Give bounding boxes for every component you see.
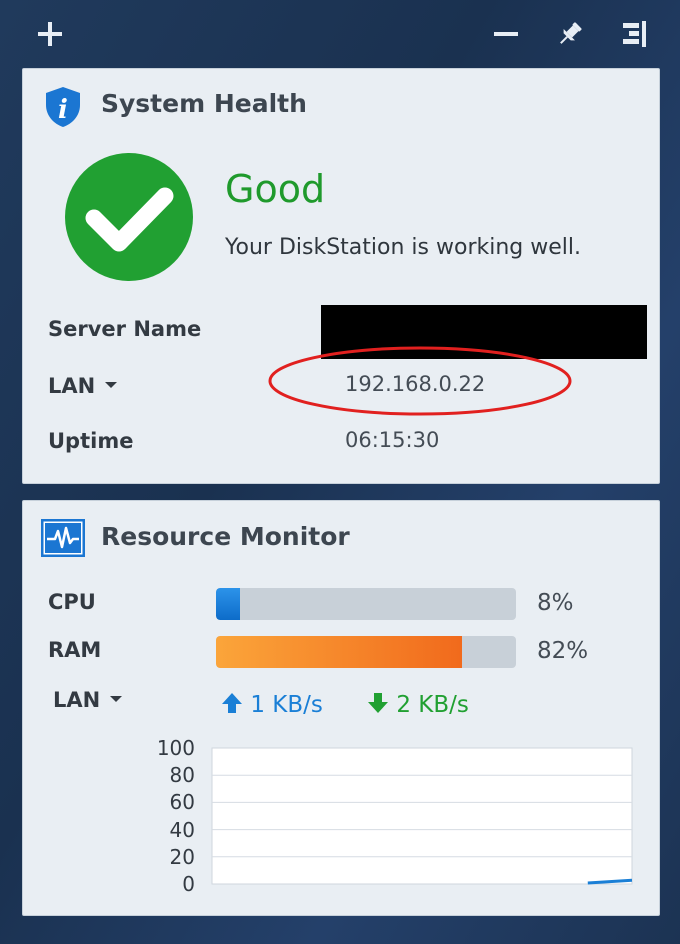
resource-monitor-panel: Resource Monitor CPU 8% RAM 82% LAN 1 KB…: [22, 500, 660, 916]
widget-toolbar: [0, 0, 680, 68]
download-rate: 2 KB/s: [367, 692, 469, 718]
cpu-percent: 8%: [537, 590, 574, 616]
pin-icon[interactable]: [550, 14, 590, 54]
health-message: Your DiskStation is working well.: [225, 235, 581, 260]
panel-title: Resource Monitor: [101, 522, 350, 551]
chart-y-tick-label: 100: [156, 736, 195, 760]
activity-monitor-icon: [40, 518, 86, 561]
cpu-usage-bar: [216, 588, 516, 620]
chart-y-tick-label: 40: [169, 817, 195, 842]
uptime-value: 06:15:30: [345, 428, 440, 452]
ram-percent: 82%: [537, 638, 589, 664]
lan-label: LAN: [48, 374, 96, 398]
network-selector[interactable]: LAN: [53, 688, 123, 712]
chart-y-tick-label: 0: [182, 872, 195, 896]
ram-label: RAM: [48, 638, 102, 662]
server-name-label: Server Name: [48, 317, 202, 341]
panel-title: System Health: [101, 89, 307, 118]
plus-icon[interactable]: [30, 14, 70, 54]
chart-y-tick-label: 80: [169, 763, 195, 788]
ram-usage-fill: [216, 636, 462, 668]
upload-rate-value: 1 KB/s: [250, 692, 323, 718]
chevron-down-icon: [110, 696, 123, 702]
system-health-panel: i System Health Good Your DiskStation is…: [22, 68, 660, 484]
download-arrow-icon: [368, 693, 388, 713]
health-status: Good: [225, 167, 326, 211]
chart-y-tick-label: 60: [169, 790, 195, 815]
cpu-label: CPU: [48, 590, 96, 614]
chart-plot-area: [211, 747, 633, 885]
lan-ip-value: 192.168.0.22: [345, 372, 486, 396]
upload-arrow-icon: [222, 693, 242, 713]
network-label: LAN: [53, 688, 101, 712]
svg-text:i: i: [58, 95, 68, 125]
cpu-usage-fill: [216, 588, 240, 620]
lan-selector[interactable]: LAN: [48, 374, 118, 398]
uptime-label: Uptime: [48, 429, 134, 453]
chart-y-tick-label: 20: [169, 844, 195, 869]
panel-toggle-icon[interactable]: [614, 14, 654, 54]
download-rate-value: 2 KB/s: [396, 692, 469, 718]
status-check-icon: [64, 152, 194, 286]
chevron-down-icon: [105, 382, 118, 388]
upload-rate: 1 KB/s: [221, 692, 323, 718]
minus-icon[interactable]: [486, 14, 526, 54]
network-usage-chart: [211, 747, 633, 885]
ram-usage-bar: [216, 636, 516, 668]
shield-info-icon: i: [43, 85, 83, 133]
